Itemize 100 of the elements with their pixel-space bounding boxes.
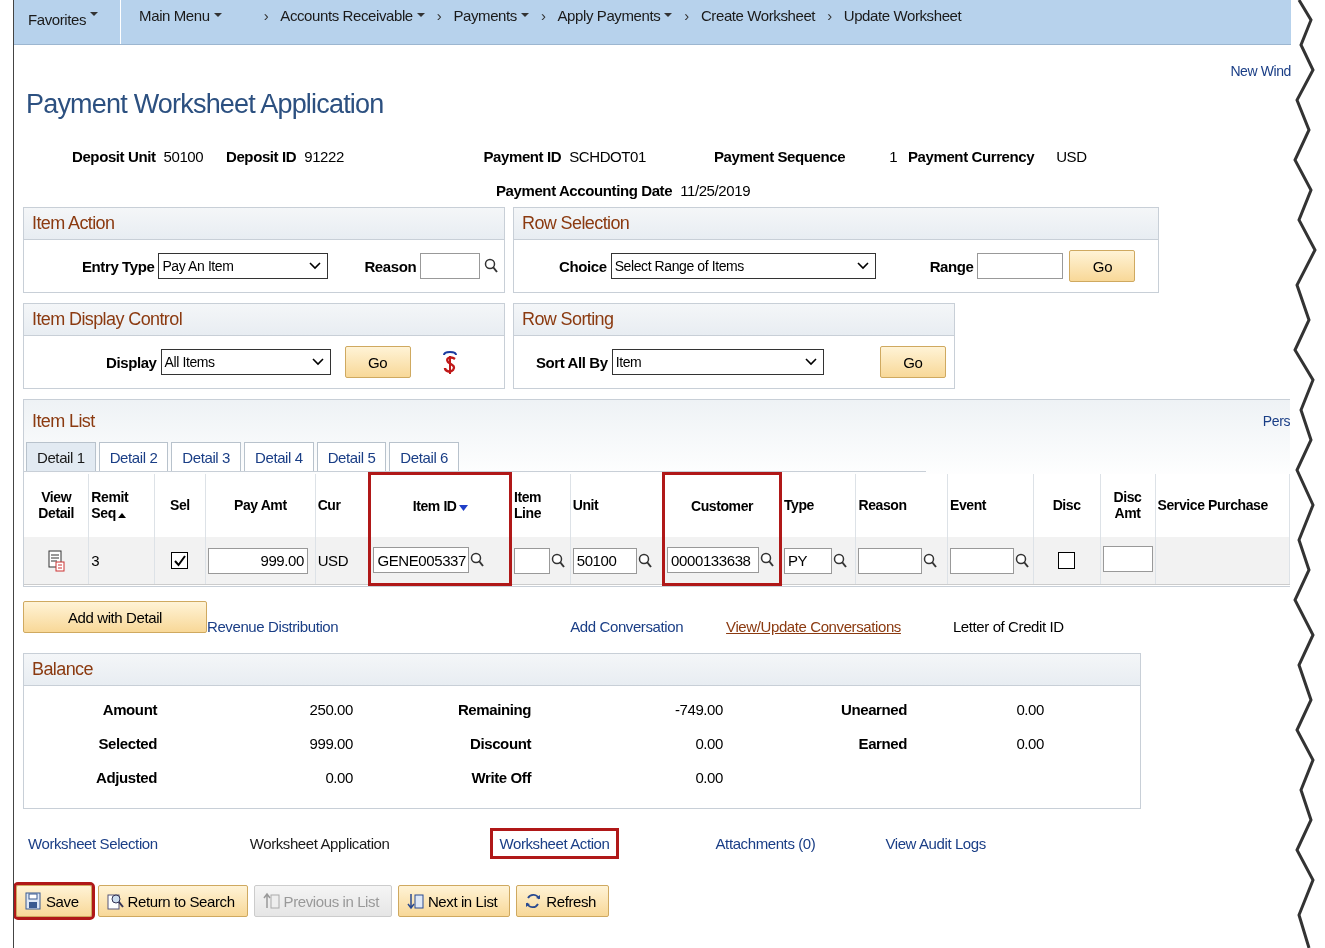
go-button[interactable]: Go (1069, 250, 1136, 282)
personalize-link[interactable]: Pers (1262, 413, 1290, 429)
link[interactable]: Add Conversation (570, 618, 684, 635)
column-header: View Detail (24, 473, 89, 537)
refresh-icon (525, 892, 543, 910)
tab[interactable]: Detail 2 (98, 442, 169, 471)
down-arrow-list-icon (406, 892, 424, 910)
menu-item[interactable]: Apply Payments (551, 6, 679, 24)
label: Letter of Credit ID (952, 618, 1064, 635)
go-button[interactable]: Go (879, 346, 946, 378)
link[interactable]: Worksheet Selection (22, 830, 164, 856)
menu-item[interactable]: Update Worksheet (837, 6, 968, 24)
input-field[interactable]: 999.00 (207, 547, 308, 574)
column-header: Disc Amt (1100, 473, 1155, 537)
column-header: Pay Amt (205, 473, 316, 537)
chevron-down-icon (856, 262, 869, 270)
field-value: USD (1056, 147, 1087, 165)
caret-icon (90, 11, 99, 17)
column-header: Cur (315, 473, 370, 537)
page-title: Payment Worksheet Application (26, 89, 385, 121)
field-value: SCHDOT01 (569, 147, 646, 165)
magnifier-document-icon (106, 892, 124, 910)
link[interactable]: Attachments (0) (709, 830, 822, 856)
tab[interactable]: Detail 5 (316, 442, 387, 471)
go-button[interactable]: Go (344, 346, 411, 378)
input-field[interactable]: GENE005337 (373, 547, 470, 573)
input-field[interactable] (977, 253, 1064, 279)
tab[interactable]: Detail 4 (244, 442, 314, 471)
menu-item[interactable]: Create Worksheet (694, 6, 822, 24)
checkbox[interactable] (1058, 552, 1076, 570)
chevron-down-icon (311, 358, 324, 366)
field-label: Adjusted (95, 768, 157, 786)
tab[interactable]: Detail 3 (171, 442, 241, 471)
column-header: Type (780, 473, 856, 537)
link[interactable]: View/Update Conversations (726, 618, 901, 635)
breadcrumb-separator: › (263, 6, 269, 24)
search-icon (470, 552, 485, 568)
field-label: Payment Currency (908, 147, 1035, 165)
checkbox[interactable] (171, 552, 189, 570)
toolbar-button[interactable]: Refresh (516, 885, 610, 917)
column-header: Customer (663, 473, 781, 537)
field-value: 0.00 (324, 768, 353, 786)
new-window-link[interactable]: New Wind (1230, 63, 1291, 79)
input-field[interactable]: 0000133638 (667, 547, 760, 573)
field-value: 11/25/2019 (680, 181, 751, 199)
toolbar-button[interactable]: Next in List (397, 885, 511, 917)
caret-icon (416, 12, 425, 18)
tab[interactable]: Detail 6 (389, 442, 460, 471)
input-field[interactable] (420, 253, 481, 279)
column-header[interactable]: Item ID (369, 473, 511, 537)
field-label: Earned (857, 734, 907, 752)
input-field[interactable]: PY (783, 547, 832, 574)
dropdown-field[interactable]: All Items (160, 349, 331, 375)
section-title: Item Action (24, 208, 504, 240)
toolbar-button[interactable]: Return to Search (97, 885, 248, 917)
table-cell: 3 (91, 552, 100, 569)
input-field[interactable] (513, 547, 550, 574)
field-label: Discount (469, 734, 531, 752)
field-label: Deposit Unit (72, 147, 156, 165)
caret-icon (664, 12, 673, 18)
field-label: Payment Accounting Date (496, 181, 673, 199)
dropdown-field[interactable]: Pay An Item (158, 253, 329, 279)
field-label: Entry Type (82, 257, 155, 275)
field-value: 0.00 (694, 768, 723, 786)
save-icon (25, 892, 42, 910)
input-field[interactable]: 50100 (572, 547, 637, 574)
section-title: Row Sorting (514, 304, 954, 336)
field-value: 1 (889, 147, 898, 165)
input-field[interactable] (858, 547, 923, 574)
search-icon (923, 552, 938, 569)
section-title: Item List (32, 410, 95, 432)
breadcrumb-separator: › (436, 6, 442, 24)
menu-item[interactable]: Favorites (14, 0, 122, 44)
column-header: Sel (154, 473, 206, 537)
dropdown-field[interactable]: Item (611, 349, 824, 375)
table-cell: USD (317, 552, 349, 569)
caret-icon (213, 12, 222, 18)
link[interactable]: View Audit Logs (879, 830, 992, 856)
add-with-detail-button[interactable]: Add with Detail (23, 601, 207, 633)
field-value: 0.00 (1015, 700, 1044, 718)
link[interactable]: Worksheet Action (493, 830, 616, 856)
field-label: Display (106, 353, 157, 371)
menu-item[interactable]: Accounts Receivable (274, 6, 431, 24)
breadcrumb-separator: › (540, 6, 546, 24)
menu-item[interactable]: Payments (447, 6, 535, 24)
chevron-down-icon (309, 262, 322, 270)
input-field[interactable] (949, 547, 1014, 574)
dropdown-field[interactable]: Select Range of Items (610, 253, 876, 279)
breadcrumb-separator: › (684, 6, 689, 24)
column-header: Event (947, 473, 1034, 537)
input-field[interactable] (1102, 546, 1153, 572)
menu-item[interactable]: Main Menu (133, 6, 228, 24)
column-header: Reason (855, 473, 948, 537)
toolbar-button[interactable]: Save (16, 885, 92, 917)
tab[interactable]: Detail 1 (26, 442, 96, 471)
link[interactable]: Revenue Distribution (207, 618, 339, 635)
column-header[interactable]: Remit Seq (88, 473, 155, 537)
field-label: Remaining (456, 700, 531, 718)
checkmark-icon (173, 554, 186, 567)
column-header: Disc (1033, 473, 1100, 537)
